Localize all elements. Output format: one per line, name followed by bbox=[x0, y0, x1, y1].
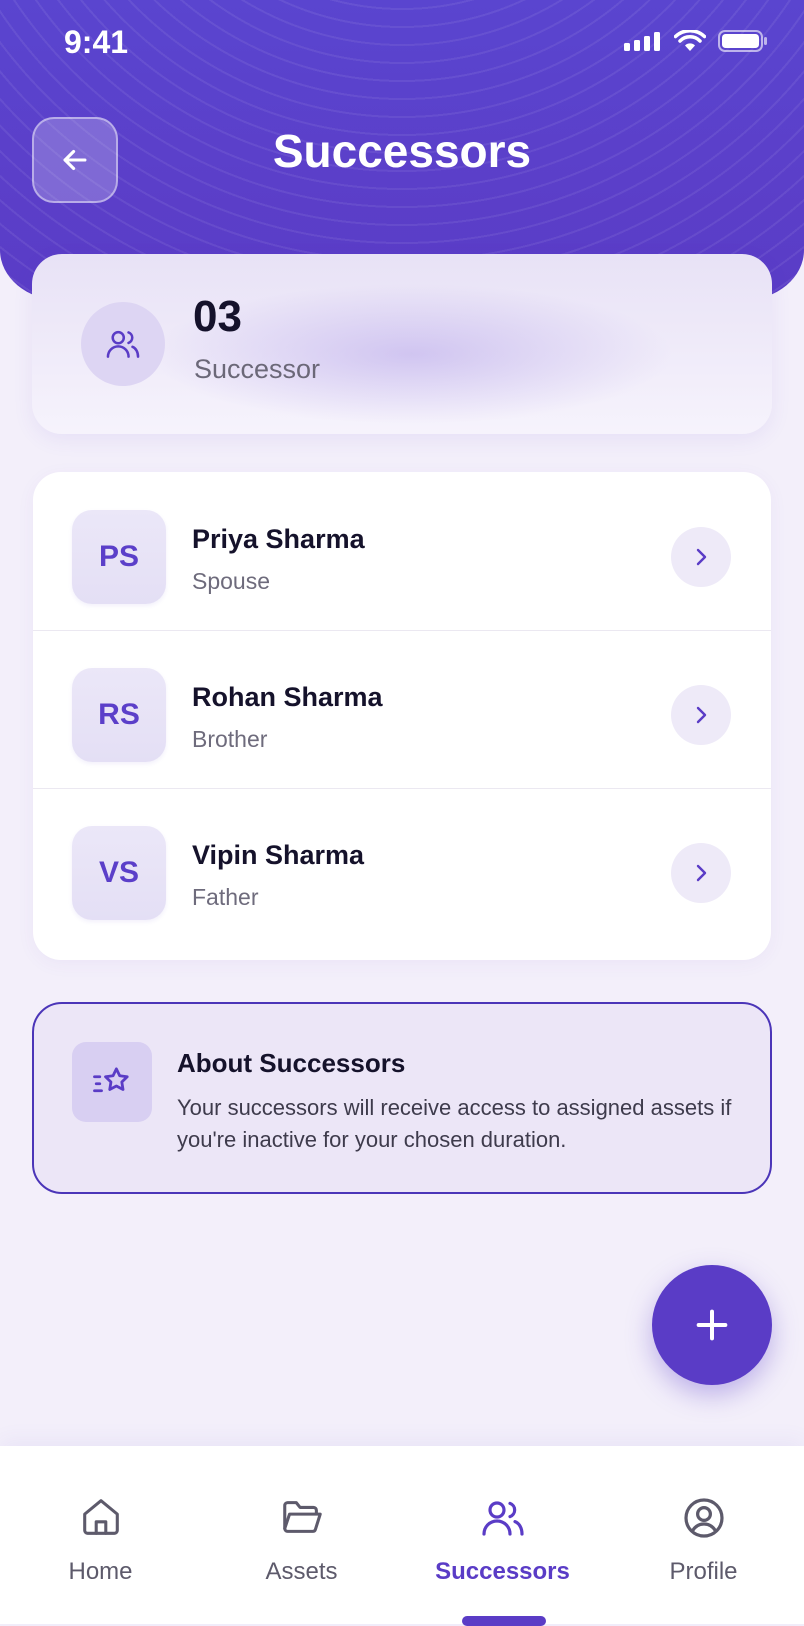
chevron-right-icon bbox=[696, 548, 707, 566]
successor-name: Priya Sharma bbox=[192, 524, 365, 554]
open-successor-button[interactable] bbox=[671, 527, 731, 587]
users-icon bbox=[106, 330, 140, 358]
successor-name: Vipin Sharma bbox=[192, 840, 365, 870]
successor-count-label: Successor bbox=[194, 354, 321, 384]
about-title: About Successors bbox=[177, 1048, 406, 1078]
successor-row-priya[interactable]: PS Priya Sharma Spouse bbox=[33, 472, 771, 631]
successor-relation: Brother bbox=[192, 726, 268, 752]
successor-relation: Father bbox=[192, 884, 259, 910]
summary-users-icon-wrap bbox=[81, 302, 165, 386]
add-successor-button[interactable] bbox=[652, 1265, 772, 1385]
open-successor-button[interactable] bbox=[671, 685, 731, 745]
successor-relation: Spouse bbox=[192, 568, 271, 594]
successor-list: PS Priya Sharma Spouse RS Rohan Sharma B… bbox=[33, 472, 771, 960]
successor-row-rohan[interactable]: RS Rohan Sharma Brother bbox=[33, 630, 771, 789]
tab-label: Profile bbox=[669, 1558, 738, 1585]
tab-assets[interactable]: Assets bbox=[201, 1446, 402, 1624]
tab-successors[interactable]: Successors bbox=[402, 1446, 603, 1624]
avatar: PS bbox=[72, 510, 166, 604]
home-icon bbox=[82, 1499, 119, 1535]
avatar: VS bbox=[72, 826, 166, 920]
about-description: Your successors will receive access to a… bbox=[177, 1095, 732, 1152]
tab-profile[interactable]: Profile bbox=[603, 1446, 804, 1624]
successor-count: 03 bbox=[193, 292, 242, 341]
successor-name: Rohan Sharma bbox=[192, 682, 383, 712]
plus-icon bbox=[696, 1309, 728, 1341]
successor-row-vipin[interactable]: VS Vipin Sharma Father bbox=[33, 788, 771, 946]
home-indicator bbox=[462, 1616, 546, 1626]
status-time: 9:41 bbox=[64, 24, 129, 60]
about-icon-wrap bbox=[72, 1042, 152, 1122]
chevron-right-icon bbox=[696, 706, 707, 724]
status-icons bbox=[624, 30, 768, 52]
about-successors-card: About Successors Your successors will re… bbox=[32, 1002, 772, 1194]
open-successor-button[interactable] bbox=[671, 843, 731, 903]
users-icon bbox=[481, 1501, 524, 1536]
star-list-icon bbox=[93, 1067, 129, 1093]
battery-icon bbox=[718, 30, 767, 52]
page-title: Successors bbox=[272, 125, 532, 177]
bottom-tab-bar: Home Assets Successors Profile bbox=[0, 1446, 804, 1624]
successor-summary-card: 03 Successor bbox=[32, 254, 772, 434]
tab-label: Successors bbox=[435, 1558, 570, 1585]
tab-home[interactable]: Home bbox=[0, 1446, 201, 1624]
wifi-icon bbox=[674, 30, 706, 51]
folder-icon bbox=[282, 1501, 322, 1533]
chevron-right-icon bbox=[696, 864, 707, 882]
profile-icon bbox=[683, 1498, 724, 1538]
signal-icon bbox=[624, 32, 660, 51]
tab-label: Assets bbox=[265, 1558, 338, 1585]
avatar: RS bbox=[72, 668, 166, 762]
tab-label: Home bbox=[68, 1558, 133, 1585]
